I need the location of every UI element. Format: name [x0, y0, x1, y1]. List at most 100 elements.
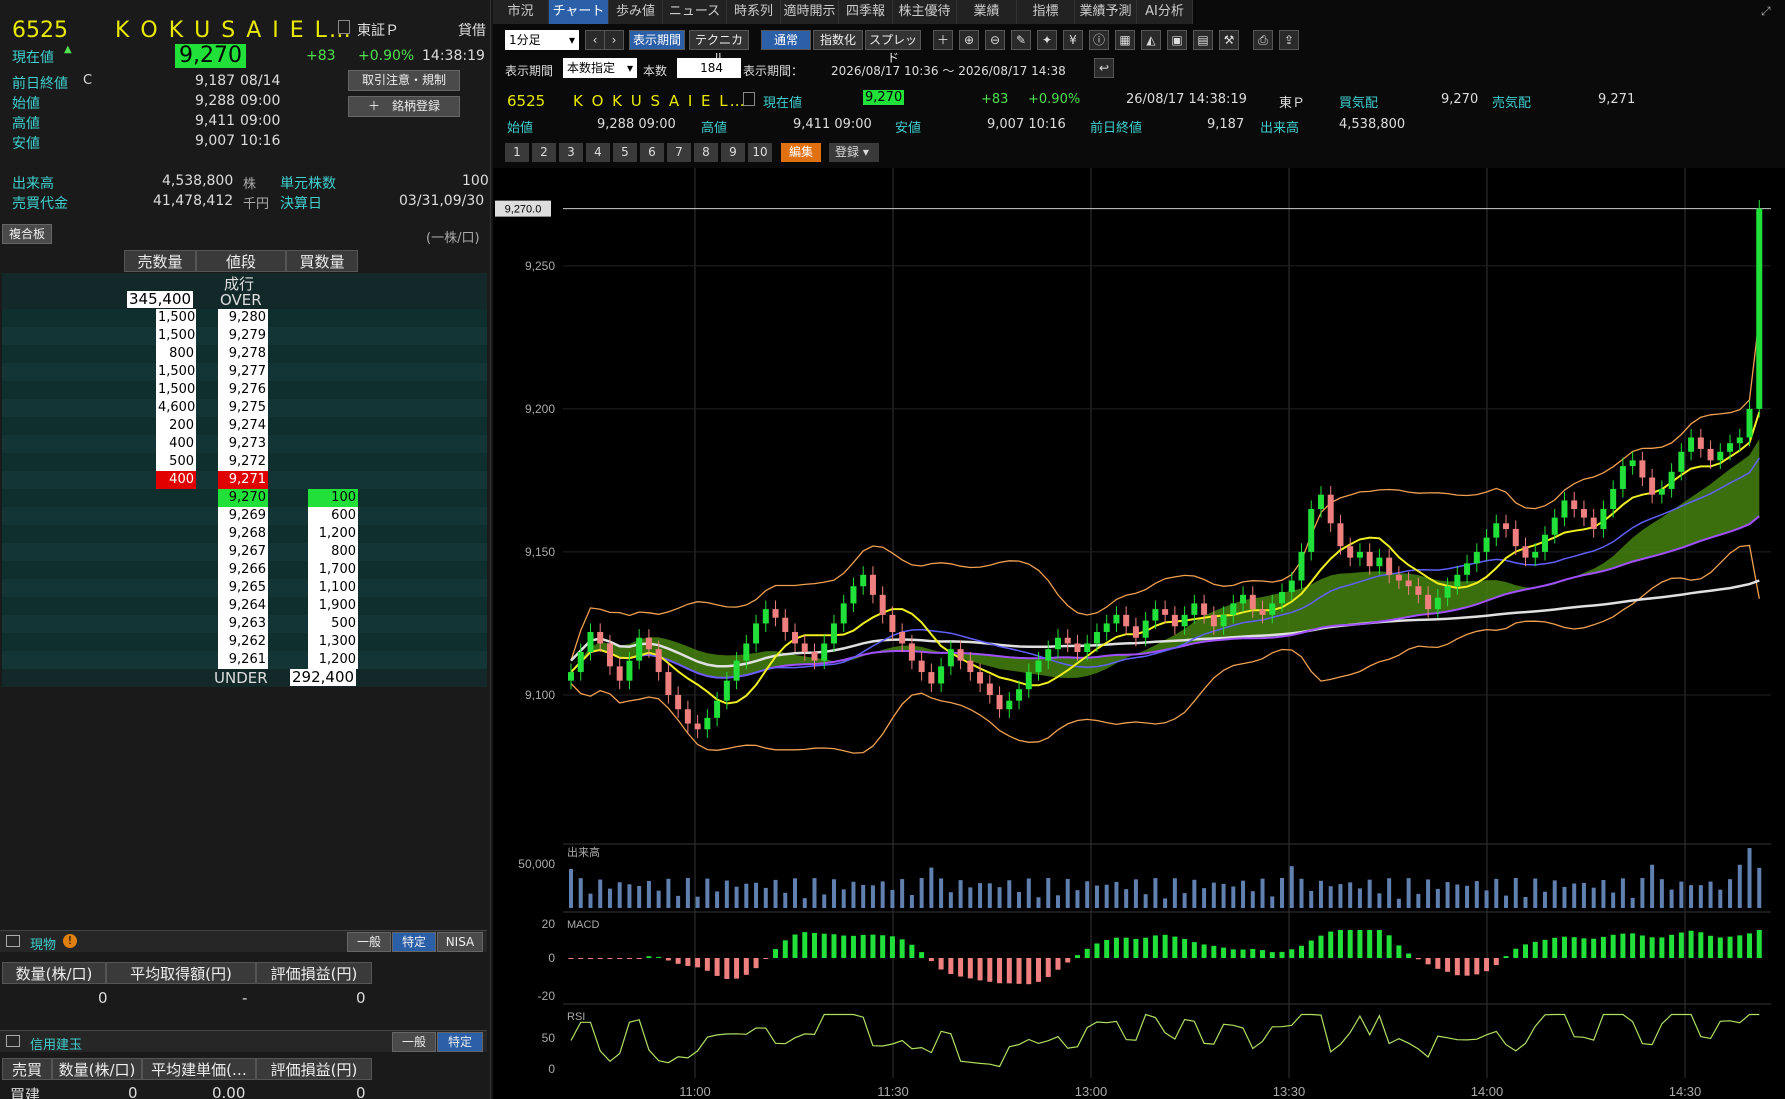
zoom-out-icon[interactable]: ⊖ [985, 30, 1005, 50]
bid-row[interactable]: 9,264 1,900 [2, 597, 487, 615]
plus-icon[interactable]: ＋ [933, 30, 953, 50]
bid-row[interactable]: 9,269 600 [2, 507, 487, 525]
memo-icon[interactable] [338, 20, 350, 34]
bid-row[interactable]: 9,263 500 [2, 615, 487, 633]
zoom-in-icon[interactable]: ⊕ [959, 30, 979, 50]
expand-icon[interactable]: ⤢ [1761, 4, 1771, 19]
yen-icon[interactable]: ¥ [1063, 30, 1083, 50]
bid-row[interactable]: 9,268 1,200 [2, 525, 487, 543]
bid-row[interactable]: 9,261 1,200 [2, 651, 487, 669]
macd-bar [636, 958, 642, 959]
interval-select[interactable]: 1分足 ▾ [505, 30, 579, 50]
tab-7[interactable]: 株主優待 [893, 0, 957, 24]
count-input[interactable]: 184 [677, 58, 741, 78]
tab-8[interactable]: 業績 [957, 0, 1017, 24]
price-chart[interactable]: 9,250 9,200 9,150 9,100 9,270.0 出来高 50,000 MACD… [493, 168, 1785, 1099]
macd-bar [617, 958, 623, 959]
indicator-icon[interactable]: ▤ [1193, 30, 1213, 50]
ask-row[interactable]: 500 9,272 [2, 453, 487, 471]
low-label: 安値 [12, 136, 40, 152]
volume-bar [1504, 895, 1509, 908]
volume-bar [754, 882, 759, 908]
tab-1[interactable]: チャート [549, 0, 609, 24]
compare-icon[interactable]: ▣ [1167, 30, 1187, 50]
register-preset-button[interactable]: 登録 ▾ [829, 143, 879, 162]
info-icon[interactable]: ⓘ [1089, 30, 1109, 50]
ask-row[interactable]: 400 9,273 [2, 435, 487, 453]
area-icon[interactable]: ◭ [1141, 30, 1161, 50]
margin-tab-specific[interactable]: 特定 [437, 1032, 483, 1052]
period-button[interactable]: 表示期間 [629, 30, 685, 50]
volume-bar [900, 879, 905, 908]
preset-10[interactable]: 10 [748, 143, 772, 162]
macd-bar [1269, 952, 1275, 958]
range-label: 表示期間： [743, 64, 804, 78]
margin-tab-general[interactable]: 一般 [392, 1032, 436, 1052]
preset-2[interactable]: 2 [532, 143, 556, 162]
trade-caution-button[interactable]: 取引注意・規制 [348, 70, 460, 91]
ask-row[interactable]: 4,600 9,275 [2, 399, 487, 417]
preset-9[interactable]: 9 [721, 143, 745, 162]
bid-row[interactable]: 9,262 1,300 [2, 633, 487, 651]
ask-row[interactable]: 200 9,274 [2, 417, 487, 435]
ask-row[interactable]: 1,500 9,276 [2, 381, 487, 399]
current-price: 9,270 [175, 44, 246, 68]
tab-9[interactable]: 指標 [1017, 0, 1075, 24]
candle [694, 723, 701, 730]
bid-row[interactable]: 9,267 800 [2, 543, 487, 561]
warning-icon[interactable]: ! [63, 934, 77, 948]
spread-button[interactable]: スプレッド [865, 30, 921, 65]
volume-bar [1455, 884, 1460, 908]
tab-11[interactable]: AI分析 [1137, 0, 1193, 24]
memo-icon[interactable] [743, 92, 755, 106]
print-icon[interactable]: ⎙ [1253, 30, 1273, 50]
ask-row[interactable]: 800 9,278 [2, 345, 487, 363]
technical-button[interactable]: テクニカル [689, 30, 749, 65]
bid-row[interactable]: 9,270 100 [2, 489, 487, 507]
spot-tab-specific[interactable]: 特定 [392, 932, 436, 952]
spot-tab-nisa[interactable]: NISA [437, 932, 483, 952]
ask-row[interactable]: 1,500 9,280 [2, 309, 487, 327]
preset-5[interactable]: 5 [613, 143, 637, 162]
tab-5[interactable]: 適時開示 [781, 0, 839, 24]
normal-button[interactable]: 通常 [761, 30, 811, 50]
period-mode-select[interactable]: 本数指定 ▾ [563, 58, 637, 78]
tab-0[interactable]: 市況 [493, 0, 549, 24]
register-stock-button[interactable]: ＋ 銘柄登録 [348, 96, 460, 117]
quote-price: 9,270 [863, 90, 905, 105]
ask-row[interactable]: 400 9,271 [2, 471, 487, 489]
export-icon[interactable]: ⇪ [1279, 30, 1299, 50]
ask-row[interactable]: 1,500 9,277 [2, 363, 487, 381]
preset-4[interactable]: 4 [586, 143, 610, 162]
wrench-icon[interactable]: ⚒ [1219, 30, 1239, 50]
next-icon[interactable]: › [604, 30, 624, 50]
chart-type-icon[interactable]: ▦ [1115, 30, 1135, 50]
preset-8[interactable]: 8 [694, 143, 718, 162]
draw-icon[interactable]: ✦ [1037, 30, 1057, 50]
macd-bar [1532, 941, 1538, 958]
index-button[interactable]: 指数化 [813, 30, 863, 50]
pencil-icon[interactable]: ✎ [1011, 30, 1031, 50]
volume-bar [987, 883, 992, 908]
tab-6[interactable]: 四季報 [839, 0, 893, 24]
reset-icon[interactable]: ↩ [1094, 58, 1114, 78]
candle [1210, 614, 1217, 627]
spot-tab-general[interactable]: 一般 [347, 932, 391, 952]
preset-6[interactable]: 6 [640, 143, 664, 162]
tab-10[interactable]: 業績予測 [1075, 0, 1137, 24]
ask-row[interactable]: 1,500 9,279 [2, 327, 487, 345]
preset-3[interactable]: 3 [559, 143, 583, 162]
tab-3[interactable]: ニュース [663, 0, 727, 24]
edit-button[interactable]: 編集 [781, 143, 821, 162]
preset-7[interactable]: 7 [667, 143, 691, 162]
bid-row[interactable]: 9,265 1,100 [2, 579, 487, 597]
prev-icon[interactable]: ‹ [585, 30, 605, 50]
preset-1[interactable]: 1 [505, 143, 529, 162]
window-icon[interactable] [6, 935, 20, 947]
bid-row[interactable]: 9,266 1,700 [2, 561, 487, 579]
board-button[interactable]: 複合板 [2, 224, 52, 244]
window-icon[interactable] [6, 1035, 20, 1047]
tab-2[interactable]: 歩み値 [609, 0, 663, 24]
candle [723, 680, 730, 701]
tab-4[interactable]: 時系列 [727, 0, 781, 24]
